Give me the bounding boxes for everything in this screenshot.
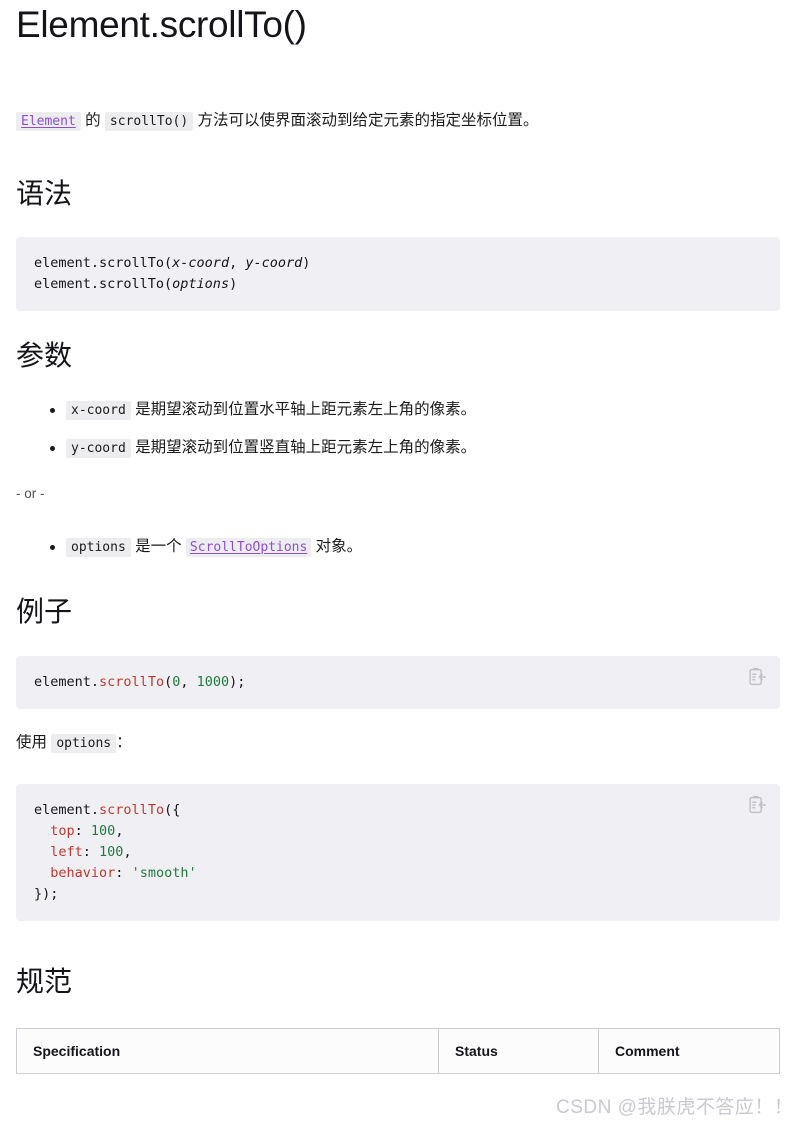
usage-options-label: 使用 options： bbox=[16, 731, 780, 756]
syntax-l1-sep: , bbox=[229, 254, 246, 271]
example2-line-2: top: 100, bbox=[34, 821, 762, 842]
csdn-watermark: CSDN @我朕虎不答应！！ bbox=[556, 1097, 794, 1118]
syntax-l2-prefix: element.scrollTo( bbox=[34, 275, 173, 292]
ex1-obj: element bbox=[34, 674, 91, 691]
param-desc-x-coord: 是期望滚动到位置水平轴上距元素左上角的像素。 bbox=[130, 401, 477, 419]
ex2-comma-top: , bbox=[115, 822, 124, 839]
ex1-comma: , bbox=[180, 674, 197, 691]
intro-tail-text: 方法可以使界面滚动到给定元素的指定坐标位置。 bbox=[193, 111, 539, 129]
ex1-open: ( bbox=[164, 674, 173, 691]
ex2-key-left: left bbox=[50, 843, 83, 860]
syntax-l1-arg1: x-coord bbox=[172, 254, 230, 271]
syntax-l1-prefix: element.scrollTo( bbox=[34, 254, 173, 271]
param-code-y-coord: y-coord bbox=[66, 439, 131, 459]
param-code-options: options bbox=[66, 537, 131, 557]
syntax-l2-arg: options bbox=[172, 275, 230, 292]
syntax-l1-arg2: y-coord bbox=[245, 254, 303, 271]
parameters-list: x-coord 是期望滚动到位置水平轴上距元素左上角的像素。 y-coord 是… bbox=[16, 398, 780, 460]
table-header-specification: Specification bbox=[16, 1028, 439, 1075]
ex2-key-top: top bbox=[50, 822, 75, 839]
ex2-comma-left: , bbox=[123, 843, 132, 860]
example1-line-1: element.scrollTo(0, 1000); bbox=[34, 672, 762, 693]
ex2-val-left: 100 bbox=[99, 843, 124, 860]
document-page: Element.scrollTo() Element 的 scrollTo() … bbox=[0, 0, 796, 1075]
example-code-block-2: element.scrollTo({ top: 100, left: 100, … bbox=[16, 783, 780, 921]
parameters-heading: 参数 bbox=[16, 339, 73, 371]
examples-heading: 例子 bbox=[16, 595, 73, 627]
example-code-block-1: element.scrollTo(0, 1000); bbox=[16, 656, 780, 710]
syntax-l1-suffix: ) bbox=[302, 254, 311, 271]
ex2-colon-left: : bbox=[82, 843, 100, 860]
options-text-after: 对象。 bbox=[311, 537, 363, 555]
syntax-code-line-1: element.scrollTo(x-coord, y-coord) bbox=[34, 253, 762, 274]
scrolltooptions-link[interactable]: ScrollToOptions bbox=[185, 537, 312, 557]
ex2-open: ({ bbox=[164, 801, 181, 818]
ex2-obj: element bbox=[34, 801, 91, 818]
ex2-colon-behavior: : bbox=[115, 864, 132, 881]
syntax-code-line-2: element.scrollTo(options) bbox=[34, 274, 762, 295]
specifications-table: Specification Status Comment bbox=[16, 1028, 780, 1075]
usage-options-code: options bbox=[51, 734, 117, 754]
copy-to-clipboard-icon[interactable] bbox=[746, 794, 768, 816]
list-item: x-coord 是期望滚动到位置水平轴上距元素左上角的像素。 bbox=[16, 398, 780, 422]
list-item: options 是一个 ScrollToOptions 对象。 bbox=[16, 535, 780, 559]
table-header-comment: Comment bbox=[598, 1028, 780, 1075]
table-header-status: Status bbox=[438, 1028, 599, 1075]
ex1-close: ); bbox=[229, 674, 246, 691]
intro-mid-text: 的 bbox=[80, 111, 105, 129]
usage-label-after: ： bbox=[116, 734, 132, 752]
element-link-code: Element bbox=[16, 111, 81, 131]
page-title: Element.scrollTo() bbox=[16, 4, 307, 45]
list-item: y-coord 是期望滚动到位置竖直轴上距元素左上角的像素。 bbox=[16, 436, 780, 460]
ex2-val-behavior: 'smooth' bbox=[131, 864, 197, 881]
specifications-heading: 规范 bbox=[16, 965, 73, 997]
usage-label-before: 使用 bbox=[16, 734, 52, 752]
scrollto-inline-code: scrollTo() bbox=[104, 111, 194, 131]
ex1-dot: . bbox=[90, 674, 100, 691]
ex1-fn: scrollTo bbox=[99, 674, 165, 691]
or-separator: - or - bbox=[16, 486, 45, 502]
intro-paragraph: Element 的 scrollTo() 方法可以使界面滚动到给定元素的指定坐标… bbox=[16, 109, 780, 134]
ex2-fn: scrollTo bbox=[99, 801, 165, 818]
copy-to-clipboard-icon[interactable] bbox=[746, 666, 768, 688]
ex2-key-behavior: behavior bbox=[50, 864, 116, 881]
syntax-l2-suffix: ) bbox=[229, 275, 238, 292]
ex1-num2: 1000 bbox=[196, 674, 230, 691]
example2-line-1: element.scrollTo({ bbox=[34, 800, 762, 821]
syntax-code-block: element.scrollTo(x-coord, y-coord) elemen… bbox=[16, 236, 780, 311]
example2-line-5: }); bbox=[34, 884, 762, 905]
options-list: options 是一个 ScrollToOptions 对象。 bbox=[16, 535, 780, 559]
example2-line-4: behavior: 'smooth' bbox=[34, 863, 762, 884]
syntax-heading: 语法 bbox=[16, 178, 73, 210]
options-text-before: 是一个 bbox=[130, 537, 186, 555]
ex2-dot: . bbox=[90, 801, 100, 818]
param-desc-y-coord: 是期望滚动到位置竖直轴上距元素左上角的像素。 bbox=[130, 439, 477, 457]
example2-line-3: left: 100, bbox=[34, 842, 762, 863]
ex2-colon-top: : bbox=[74, 822, 91, 839]
ex2-val-top: 100 bbox=[90, 822, 116, 839]
table-header-row: Specification Status Comment bbox=[16, 1028, 780, 1075]
param-code-x-coord: x-coord bbox=[66, 401, 131, 421]
element-link[interactable]: Element bbox=[16, 111, 81, 131]
ex2-close: }); bbox=[34, 885, 59, 902]
